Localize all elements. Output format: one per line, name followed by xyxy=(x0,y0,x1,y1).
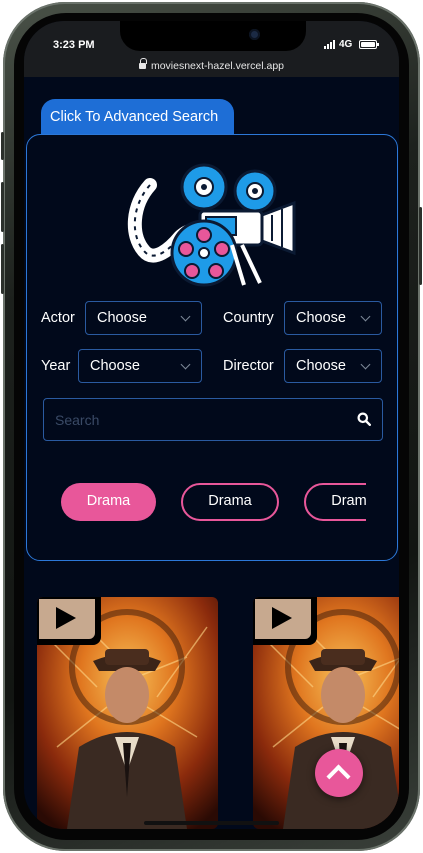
scroll-to-top-button[interactable] xyxy=(315,749,363,797)
url-text: moviesnext-hazel.vercel.app xyxy=(150,60,285,72)
chevron-down-icon xyxy=(180,311,191,322)
genre-chip[interactable]: Drama xyxy=(304,483,366,521)
movie-camera-illustration xyxy=(127,163,296,287)
genre-chip-label: Drama xyxy=(331,493,366,509)
play-button[interactable] xyxy=(253,597,317,645)
volume-down-button xyxy=(1,244,4,294)
battery-icon xyxy=(359,40,379,49)
country-select[interactable]: Choose xyxy=(284,301,382,335)
genre-chip-list: Drama Drama Drama xyxy=(61,483,366,525)
volume-up-button xyxy=(1,182,4,232)
actor-select-value: Choose xyxy=(97,310,147,326)
advanced-search-toggle[interactable]: Click To Advanced Search xyxy=(41,99,234,135)
status-bar: 3:23 PM 4G xyxy=(24,21,399,55)
genre-chip[interactable]: Drama xyxy=(61,483,156,521)
year-select-value: Choose xyxy=(90,358,140,374)
home-indicator xyxy=(144,821,279,825)
genre-chip[interactable]: Drama xyxy=(181,483,279,521)
play-icon xyxy=(272,607,292,629)
notch xyxy=(120,21,306,51)
phone-screen: 3:23 PM 4G moviesnext-hazel.vercel.app C… xyxy=(24,21,399,829)
browser-url-bar[interactable]: moviesnext-hazel.vercel.app xyxy=(24,55,399,77)
chevron-down-icon xyxy=(180,359,191,370)
lock-icon xyxy=(138,58,147,70)
actor-label: Actor xyxy=(41,310,75,326)
advanced-search-panel: Actor Choose Country Choose Year Choose … xyxy=(26,134,398,561)
power-button xyxy=(419,207,422,285)
search-field xyxy=(43,398,383,441)
chevron-up-icon xyxy=(326,764,351,789)
front-camera xyxy=(249,29,260,40)
play-icon xyxy=(56,607,76,629)
genre-chip-label: Drama xyxy=(86,493,131,509)
actor-select[interactable]: Choose xyxy=(85,301,202,335)
director-label: Director xyxy=(223,358,274,374)
advanced-search-label: Click To Advanced Search xyxy=(50,109,219,125)
chevron-down-icon xyxy=(360,311,371,322)
director-select-value: Choose xyxy=(296,358,346,374)
country-select-value: Choose xyxy=(296,310,346,326)
signal-icon xyxy=(324,40,335,49)
year-label: Year xyxy=(41,358,71,374)
status-time: 3:23 PM xyxy=(53,39,95,51)
movie-card[interactable] xyxy=(253,597,399,829)
country-label: Country xyxy=(223,310,274,326)
play-button[interactable] xyxy=(37,597,101,645)
search-icon[interactable] xyxy=(357,412,371,426)
year-select[interactable]: Choose xyxy=(78,349,202,383)
director-select[interactable]: Choose xyxy=(284,349,382,383)
silent-switch xyxy=(1,132,4,160)
movie-card[interactable] xyxy=(37,597,218,829)
search-input[interactable] xyxy=(55,411,335,429)
genre-chip-label: Drama xyxy=(208,493,252,509)
chevron-down-icon xyxy=(360,359,371,370)
network-type: 4G xyxy=(339,39,353,50)
